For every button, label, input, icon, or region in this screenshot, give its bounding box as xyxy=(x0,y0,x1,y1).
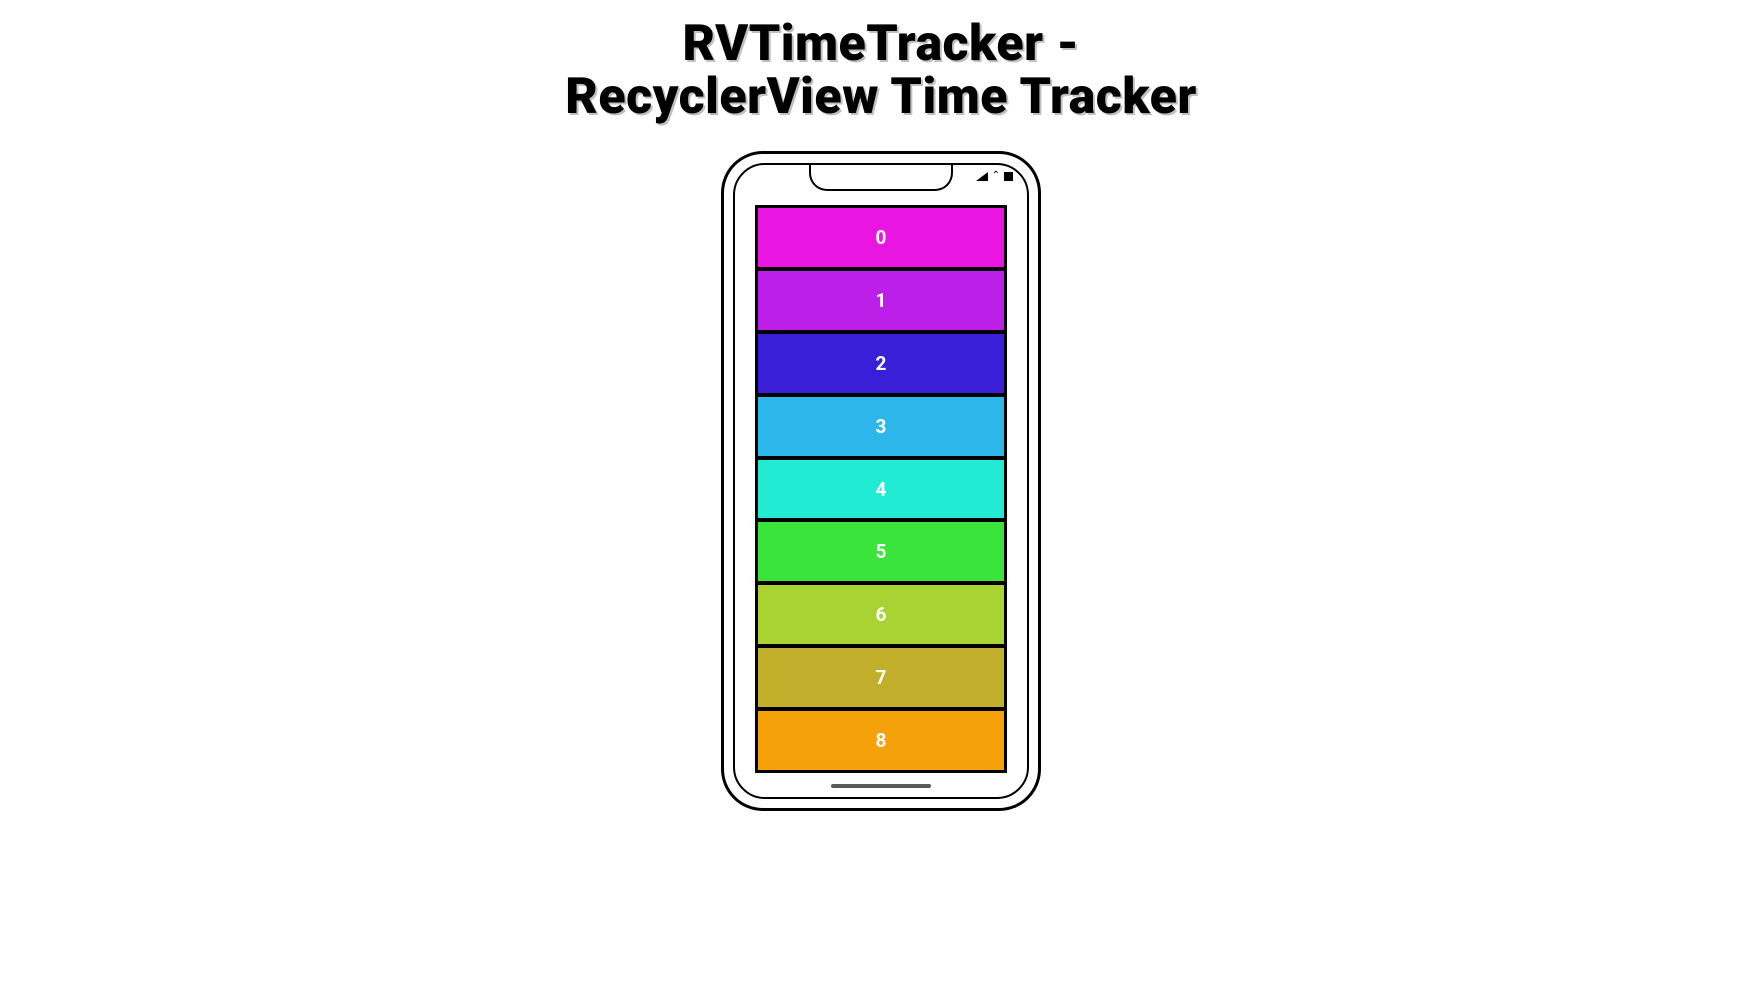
list-item[interactable]: 1 xyxy=(757,270,1005,331)
signal-icon xyxy=(976,172,988,181)
page-title: RVTimeTracker - RecyclerView Time Tracke… xyxy=(565,18,1197,123)
list-item[interactable]: 8 xyxy=(757,710,1005,771)
wifi-icon: ⌃ xyxy=(992,171,1000,181)
list-item[interactable]: 5 xyxy=(757,521,1005,582)
phone-inner-frame: ⌃ 0 1 2 3 4 5 6 7 8 xyxy=(733,163,1029,799)
title-line-2: RecyclerView Time Tracker xyxy=(565,68,1197,126)
list-item[interactable]: 0 xyxy=(757,207,1005,268)
list-item[interactable]: 7 xyxy=(757,647,1005,708)
status-bar: ⌃ xyxy=(976,171,1013,181)
home-indicator xyxy=(831,784,931,788)
list-item[interactable]: 2 xyxy=(757,333,1005,394)
phone-mockup: ⌃ 0 1 2 3 4 5 6 7 8 xyxy=(721,151,1041,811)
battery-icon xyxy=(1004,172,1013,181)
list-item[interactable]: 4 xyxy=(757,459,1005,520)
list-item[interactable]: 3 xyxy=(757,396,1005,457)
list-item[interactable]: 6 xyxy=(757,584,1005,645)
recycler-view[interactable]: 0 1 2 3 4 5 6 7 8 xyxy=(755,205,1007,773)
title-line-1: RVTimeTracker - xyxy=(682,15,1079,73)
phone-notch xyxy=(809,163,953,191)
